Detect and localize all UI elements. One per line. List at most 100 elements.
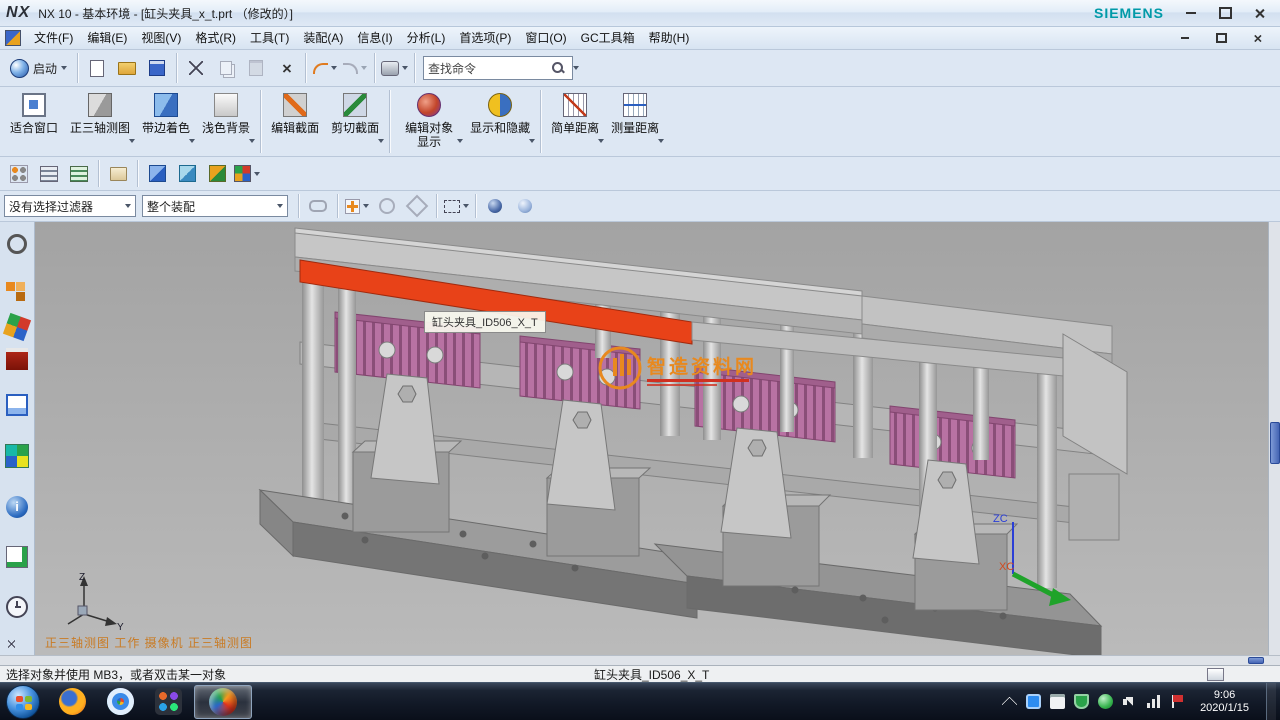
clip-section-button[interactable]: 剪切截面 [325, 87, 385, 149]
firefox-icon [59, 688, 86, 715]
taskbar-firefox-button[interactable] [50, 685, 94, 719]
vertical-scrollbar-thumb[interactable] [1270, 422, 1280, 464]
graphics-window[interactable]: ZC XC 智造资料网 [35, 222, 1268, 655]
start-menu-button[interactable]: 启动 [4, 54, 73, 82]
menu-analysis[interactable]: 分析(L) [400, 27, 453, 49]
rectangle-select-button[interactable] [441, 193, 471, 219]
trimetric-view-button[interactable]: 正三轴测图 [64, 87, 136, 149]
tray-flag-icon[interactable] [1170, 694, 1185, 709]
history-page-icon[interactable] [6, 546, 28, 568]
notebook-button[interactable] [103, 161, 133, 187]
selection-scope-dropdown[interactable]: 整个装配 [142, 195, 288, 217]
taskbar-nx-button[interactable] [194, 685, 252, 719]
snap-mid-button[interactable] [402, 193, 432, 219]
undo-button[interactable] [310, 55, 340, 81]
snap-point-button[interactable] [342, 193, 372, 219]
cut-button[interactable] [181, 55, 211, 81]
new-file-button[interactable] [82, 55, 112, 81]
menu-assemblies[interactable]: 装配(A) [296, 27, 350, 49]
undo-caret-icon [331, 66, 337, 70]
doc-close-button[interactable] [1244, 30, 1270, 47]
tray-network-icon[interactable] [1146, 694, 1161, 709]
chain-link-icon [309, 200, 327, 212]
clip-section-caret-icon [378, 139, 384, 143]
tray-expand-caret-icon[interactable] [1002, 694, 1017, 709]
menu-gc-toolbox[interactable]: GC工具箱 [574, 27, 642, 49]
taskbar-browser-button[interactable] [98, 685, 142, 719]
move-component-blue-icon [149, 165, 166, 182]
delete-button[interactable] [271, 55, 301, 81]
assembly-constraints-button[interactable] [172, 161, 202, 187]
highlight-sphere-button[interactable] [480, 193, 510, 219]
selection-filter-dropdown[interactable]: 没有选择过滤器 [4, 195, 136, 217]
assembly-navigator-icon[interactable] [6, 282, 28, 304]
copy-button[interactable] [211, 55, 241, 81]
doc-restore-button[interactable] [1208, 30, 1234, 47]
status-window-icon[interactable] [1207, 668, 1224, 681]
more-assembly-tools-button[interactable] [232, 161, 262, 187]
menu-help[interactable]: 帮助(H) [642, 27, 697, 49]
resource-bar: i [0, 222, 35, 655]
light-background-button[interactable]: 浅色背景 [196, 87, 256, 149]
layer-settings-button[interactable] [34, 161, 64, 187]
edit-section-button[interactable]: 编辑截面 [265, 87, 325, 149]
save-button[interactable] [142, 55, 172, 81]
render-style-caret-icon [402, 66, 408, 70]
menu-file[interactable]: 文件(F) [27, 27, 80, 49]
tray-message-icon[interactable] [1026, 694, 1041, 709]
select-chain-button[interactable] [303, 193, 333, 219]
start-orb-button[interactable] [6, 685, 40, 719]
menu-information[interactable]: 信息(I) [350, 27, 399, 49]
vertical-scrollbar[interactable] [1268, 222, 1280, 655]
maximize-button[interactable] [1212, 5, 1238, 22]
view-in-layer-button[interactable] [64, 161, 94, 187]
system-tray: 9:06 2020/1/15 [1002, 683, 1276, 720]
fit-window-button[interactable]: 适合窗口 [4, 87, 64, 149]
hd3d-tools-icon[interactable] [5, 444, 29, 468]
menu-tools[interactable]: 工具(T) [243, 27, 296, 49]
close-button[interactable] [1246, 5, 1272, 22]
tray-360-ball-icon[interactable] [1098, 694, 1113, 709]
menu-view[interactable]: 视图(V) [134, 27, 188, 49]
search-options-button[interactable] [567, 55, 585, 81]
constraint-navigator-icon[interactable] [3, 313, 31, 341]
render-style-button[interactable] [379, 55, 410, 81]
shaded-with-edges-button[interactable]: 带边着色 [136, 87, 196, 149]
menu-window[interactable]: 窗口(O) [518, 27, 573, 49]
doc-minimize-button[interactable] [1172, 30, 1198, 47]
simple-distance-button[interactable]: 简单距离 [545, 87, 605, 149]
show-desktop-button[interactable] [1266, 683, 1276, 720]
show-hide-button[interactable]: 显示和隐藏 [464, 87, 536, 149]
move-component-button[interactable] [142, 161, 172, 187]
reuse-library-icon[interactable] [6, 394, 28, 416]
taskbar-app-button[interactable] [146, 685, 190, 719]
redo-icon [343, 63, 358, 74]
horizontal-scrollbar-thumb[interactable] [1248, 657, 1264, 664]
measure-distance-button[interactable]: 测量距离 [605, 87, 665, 149]
open-file-button[interactable] [112, 55, 142, 81]
tray-volume-icon[interactable] [1122, 694, 1137, 709]
wave-geometry-button[interactable] [202, 161, 232, 187]
web-browser-icon[interactable]: i [6, 496, 28, 518]
part-navigator-icon[interactable] [6, 348, 28, 370]
history-clock-icon[interactable] [6, 596, 28, 618]
menu-format[interactable]: 格式(R) [188, 27, 243, 49]
shaded-caret-icon [189, 139, 195, 143]
edit-object-display-button[interactable]: 编辑对象显示 [394, 87, 464, 149]
roles-gear-icon[interactable] [7, 234, 27, 254]
horizontal-scrollbar[interactable] [0, 655, 1280, 665]
study-sphere-button[interactable] [510, 193, 540, 219]
tray-document-icon[interactable] [1050, 694, 1065, 709]
trimetric-caret-icon [129, 139, 135, 143]
minimize-button[interactable] [1178, 5, 1204, 22]
viewport-canvas[interactable]: ZC XC 智造资料网 [35, 222, 1268, 655]
sidebar-expand-chevron-icon[interactable] [6, 638, 28, 650]
menu-edit[interactable]: 编辑(E) [80, 27, 134, 49]
taskbar-clock[interactable]: 9:06 2020/1/15 [1200, 689, 1249, 715]
redo-button[interactable] [340, 55, 370, 81]
find-component-button[interactable] [4, 161, 34, 187]
paste-button[interactable] [241, 55, 271, 81]
snap-end-button[interactable] [372, 193, 402, 219]
tray-security-shield-icon[interactable] [1074, 694, 1089, 709]
menu-preferences[interactable]: 首选项(P) [452, 27, 518, 49]
